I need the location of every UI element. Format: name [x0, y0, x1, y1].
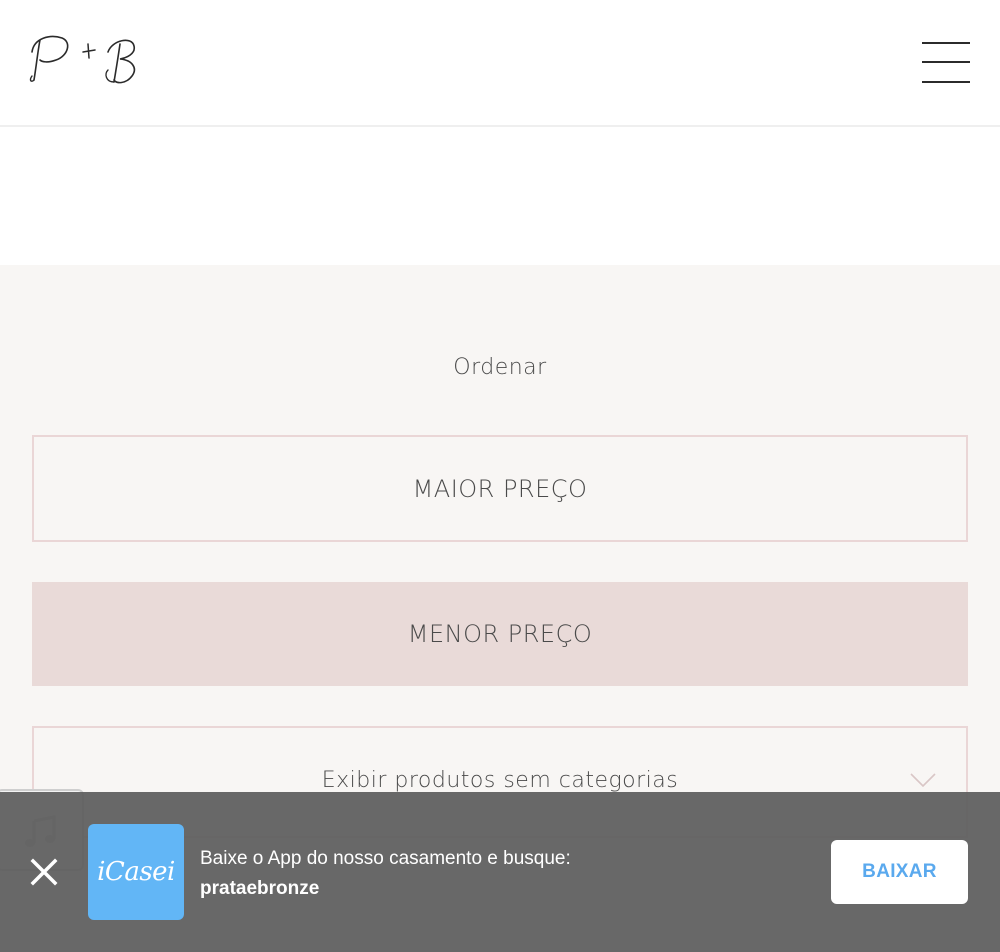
- content-spacer: [0, 129, 1000, 265]
- menu-line: [922, 42, 970, 44]
- chevron-down-icon: [910, 772, 936, 788]
- site-header: [0, 0, 1000, 127]
- app-icon-text: iCasei: [97, 857, 175, 887]
- sort-option-label: MENOR PREÇO: [407, 620, 593, 648]
- banner-search-term: prataebronze: [200, 878, 320, 899]
- banner-line-1: Baixe o App do nosso casamento e busque:: [200, 848, 571, 869]
- close-icon[interactable]: [28, 856, 60, 888]
- banner-message: Baixe o App do nosso casamento e busque:…: [200, 848, 800, 900]
- menu-line: [922, 61, 970, 63]
- download-app-button[interactable]: BAIXAR: [831, 840, 968, 904]
- sort-title: Ordenar: [453, 355, 547, 380]
- app-download-banner: iCasei Baixe o App do nosso casamento e …: [0, 792, 1000, 952]
- sort-option-label: MAIOR PREÇO: [412, 474, 588, 503]
- sort-lowest-price-button[interactable]: MENOR PREÇO: [32, 582, 968, 686]
- sort-highest-price-button[interactable]: MAIOR PREÇO: [32, 435, 968, 542]
- menu-line: [922, 81, 970, 83]
- p-plus-b-monogram-logo[interactable]: [28, 30, 140, 88]
- hamburger-menu-icon[interactable]: [920, 40, 972, 86]
- category-filter-label: Exibir produtos sem categorias: [321, 768, 679, 793]
- icasei-app-icon: iCasei: [88, 824, 184, 920]
